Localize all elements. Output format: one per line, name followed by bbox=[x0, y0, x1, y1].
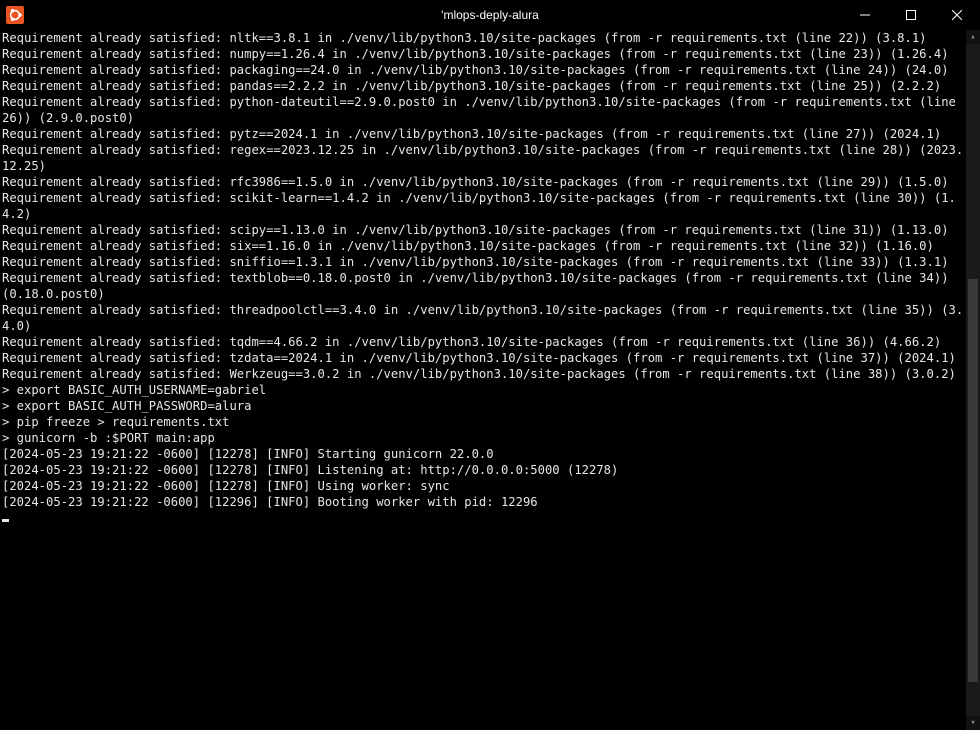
terminal-output[interactable]: Requirement already satisfied: nltk==3.8… bbox=[0, 30, 966, 730]
scroll-track[interactable] bbox=[966, 44, 980, 716]
maximize-button[interactable] bbox=[888, 0, 934, 30]
scroll-thumb[interactable] bbox=[968, 279, 978, 682]
window-controls bbox=[842, 0, 980, 30]
scroll-up-arrow[interactable]: ▴ bbox=[966, 30, 980, 44]
scroll-down-arrow[interactable]: ▾ bbox=[966, 716, 980, 730]
minimize-button[interactable] bbox=[842, 0, 888, 30]
titlebar[interactable]: 'mlops-deply-alura bbox=[0, 0, 980, 30]
terminal-cursor bbox=[2, 519, 9, 522]
terminal-area: Requirement already satisfied: nltk==3.8… bbox=[0, 30, 980, 730]
close-button[interactable] bbox=[934, 0, 980, 30]
window-title: 'mlops-deply-alura bbox=[0, 8, 980, 22]
ubuntu-icon bbox=[6, 6, 24, 24]
window: 'mlops-deply-alura Requirement already s… bbox=[0, 0, 980, 730]
vertical-scrollbar[interactable]: ▴ ▾ bbox=[966, 30, 980, 730]
